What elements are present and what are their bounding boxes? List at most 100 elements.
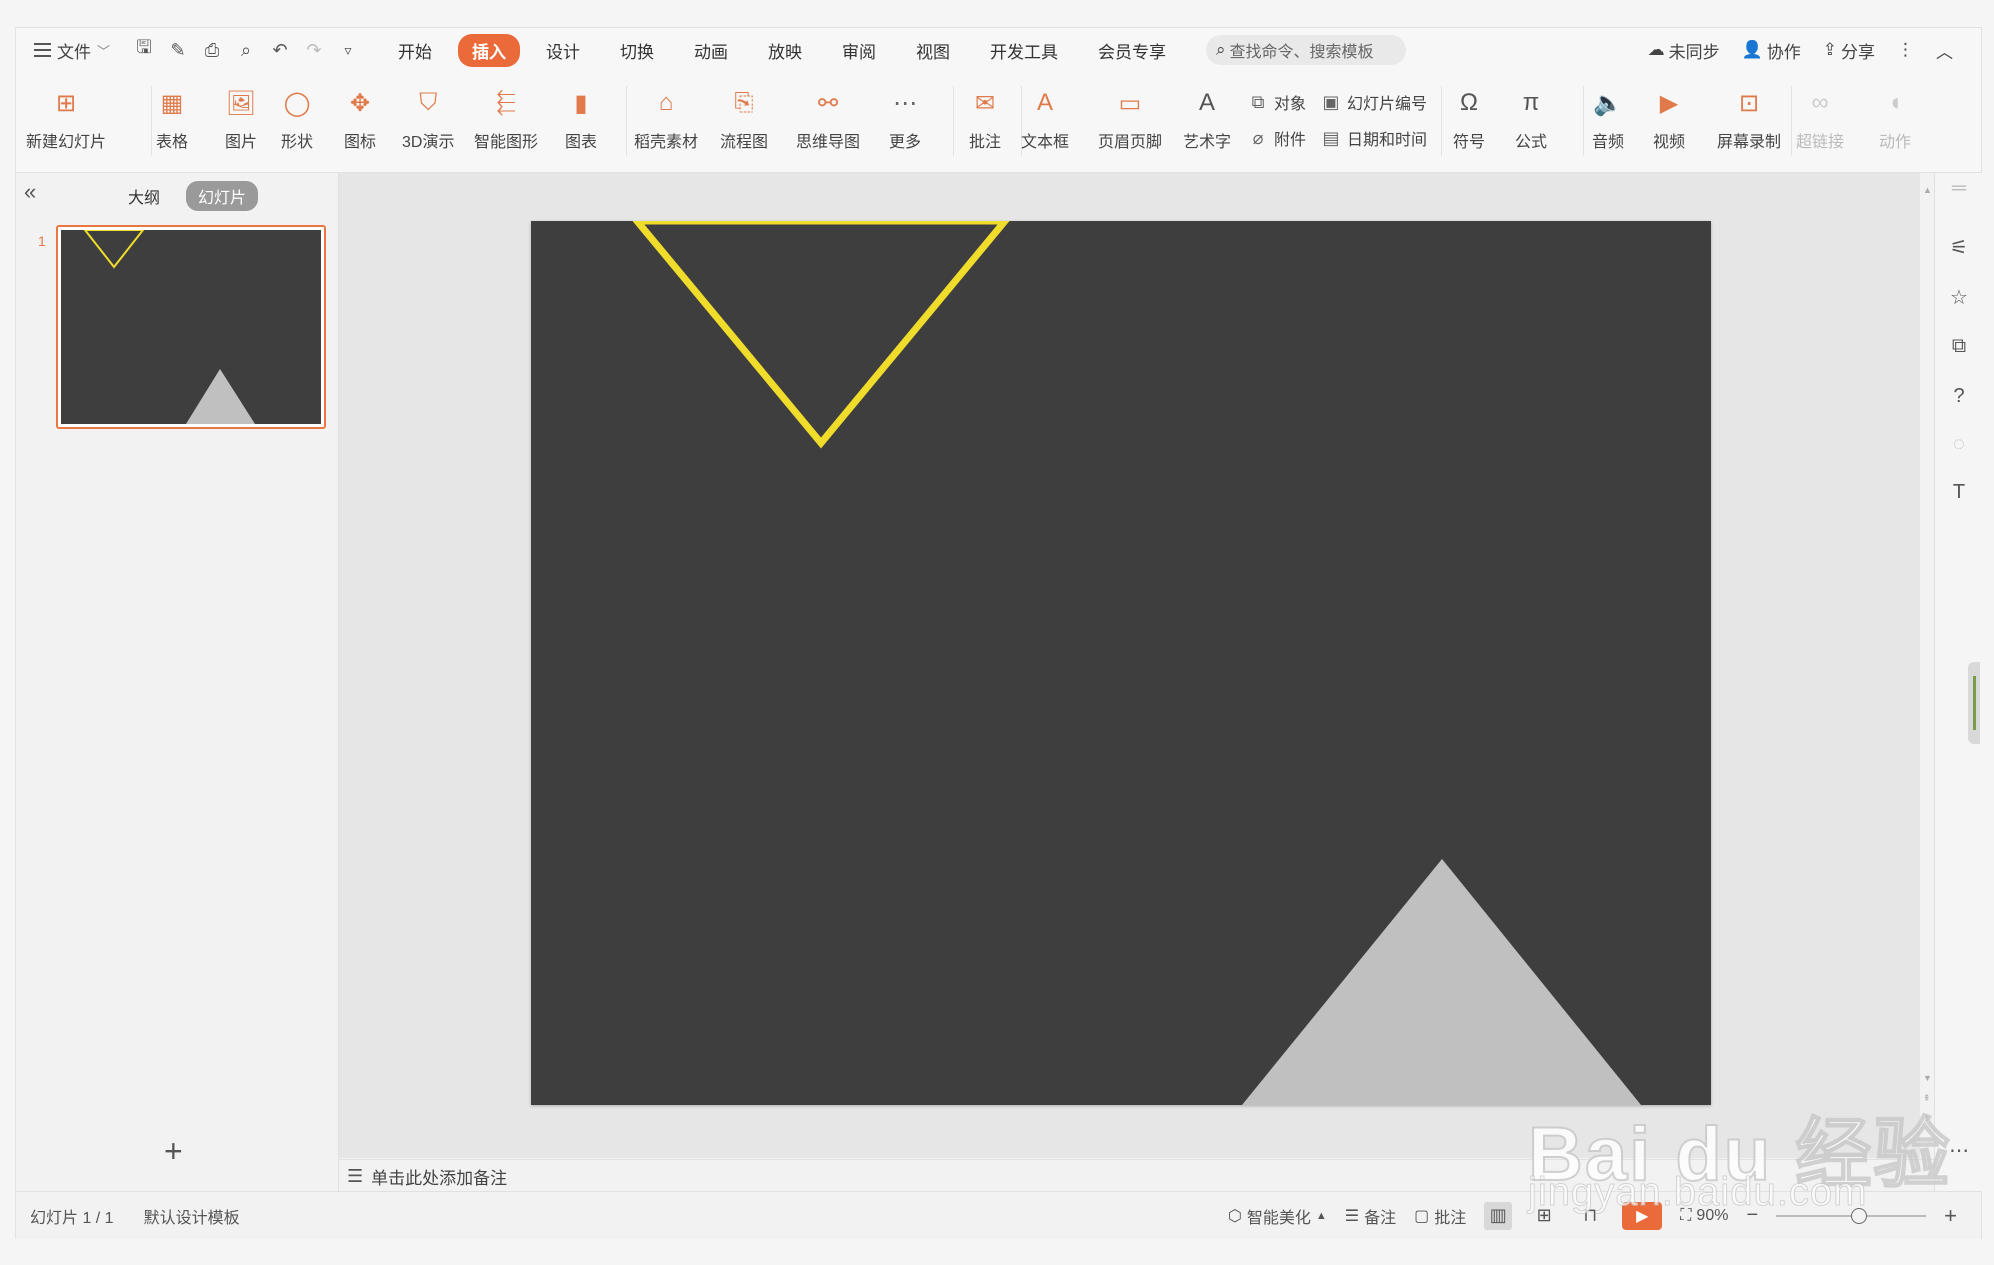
chart-button[interactable]: ▮ 图表	[564, 86, 598, 152]
divider	[151, 86, 152, 156]
star-icon[interactable]: ☆	[1947, 285, 1971, 310]
cloud-icon: ☁	[1647, 40, 1665, 59]
mindmap-button[interactable]: ⚯ 思维导图	[796, 86, 860, 152]
user-icon: 👤	[1741, 40, 1763, 59]
tab-slides[interactable]: 幻灯片	[186, 181, 259, 211]
tab-outline[interactable]: 大纲	[116, 181, 172, 211]
notes-toggle-button[interactable]: ☰ 备注	[1345, 1204, 1396, 1228]
divider	[1791, 86, 1792, 156]
collab-button[interactable]: 👤 协作	[1742, 38, 1801, 63]
editing-canvas: ▲ ▼ ⇞ ⇟	[339, 173, 1934, 1158]
shape-icon: ◯	[283, 89, 311, 117]
shape-button[interactable]: ◯ 形状	[280, 86, 314, 152]
new-slide-button[interactable]: ⊞ 新建幻灯片	[26, 86, 106, 152]
settings-sliders-icon[interactable]: ⚟	[1947, 235, 1971, 260]
paperclip-icon: ⌀	[1252, 127, 1264, 148]
slide[interactable]	[531, 221, 1711, 1105]
format-painter-icon[interactable]: ✎	[166, 40, 190, 61]
audio-button[interactable]: 🔈 音频	[1591, 86, 1625, 152]
table-icon: ▦	[160, 89, 184, 117]
slide-thumbnail[interactable]	[56, 225, 326, 429]
collapse-panel-icon[interactable]: «	[24, 179, 36, 205]
audio-label: 音频	[1591, 134, 1624, 151]
share-button[interactable]: ⇪ 分享	[1823, 38, 1875, 63]
wordart-button[interactable]: A 艺术字	[1183, 86, 1231, 152]
share-label: 分享	[1841, 42, 1875, 62]
divider	[1441, 86, 1442, 156]
more-button[interactable]: ⋯ 更多	[888, 86, 922, 152]
action-button[interactable]: ◖ 动作	[1878, 86, 1912, 152]
print-preview-icon[interactable]: ⌕	[234, 40, 258, 61]
slide-number-icon: ▣	[1322, 91, 1340, 112]
wordart-label: 艺术字	[1183, 134, 1232, 151]
quick-access-toolbar: 🖫 ✎ ⎙ ⌕ ↶ ↷ ▿	[132, 35, 360, 65]
beautify-button[interactable]: ⬡ 智能美化 ▲	[1228, 1204, 1327, 1228]
attachment-button[interactable]: ⌀ 附件	[1248, 126, 1306, 150]
tab-view[interactable]: 视图	[902, 34, 964, 67]
undo-icon[interactable]: ↶	[268, 40, 292, 61]
sync-button[interactable]: ☁ 未同步	[1648, 38, 1720, 63]
comment-toggle-button[interactable]: ▢ 批注	[1414, 1204, 1466, 1228]
object-button[interactable]: ⧉ 对象	[1248, 90, 1306, 114]
tab-home[interactable]: 开始	[384, 34, 446, 67]
mouse-icon: ◖	[1887, 89, 1903, 116]
datetime-button[interactable]: ▤ 日期和时间	[1321, 126, 1427, 150]
vertical-scrollbar[interactable]: ▲ ▼ ⇞ ⇟	[1920, 173, 1934, 1158]
lightbulb-icon[interactable]: ◌	[1947, 433, 1971, 456]
slides-icon[interactable]: ⧉	[1947, 335, 1971, 358]
chart-label: 图表	[564, 134, 597, 151]
text-icon[interactable]: T	[1947, 481, 1971, 504]
icon-button[interactable]: ✥ 图标	[343, 86, 377, 152]
tab-slideshow[interactable]: 放映	[754, 34, 816, 67]
slide-number-button[interactable]: ▣ 幻灯片编号	[1321, 90, 1427, 114]
picture-button[interactable]: 🖼 图片	[224, 86, 258, 152]
comment-label: 批注	[968, 134, 1001, 151]
video-button[interactable]: ▶ 视频	[1652, 86, 1686, 152]
symbol-button[interactable]: Ω 符号	[1452, 86, 1486, 152]
menu-icon	[34, 43, 51, 57]
redo-icon[interactable]: ↷	[302, 40, 326, 61]
add-slide-button[interactable]: +	[164, 1133, 183, 1170]
normal-view-button[interactable]: ▥	[1484, 1201, 1513, 1230]
tab-animations[interactable]: 动画	[680, 34, 742, 67]
tab-review[interactable]: 审阅	[828, 34, 890, 67]
headerfooter-label: 页眉页脚	[1098, 134, 1163, 151]
collapse-ribbon-icon[interactable]: ︿	[1936, 38, 1953, 63]
daoke-button[interactable]: ⌂ 稻壳素材	[634, 86, 698, 152]
screen-record-button[interactable]: ⊡ 屏幕录制	[1717, 86, 1781, 152]
comment-button[interactable]: ✉ 批注	[968, 86, 1002, 152]
smartart-icon: ⬱	[496, 89, 516, 116]
collab-label: 协作	[1766, 42, 1801, 62]
drag-handle-icon[interactable]: ═	[1947, 177, 1971, 200]
save-icon[interactable]: 🖫	[132, 35, 156, 65]
daoke-label: 稻壳素材	[634, 134, 699, 151]
tab-member[interactable]: 会员专享	[1084, 34, 1180, 67]
headerfooter-button[interactable]: ▭ 页眉页脚	[1098, 86, 1162, 152]
smartart-button[interactable]: ⬱ 智能图形	[474, 86, 538, 152]
tab-transitions[interactable]: 切换	[606, 34, 668, 67]
more-options-icon[interactable]: ⋮	[1897, 40, 1914, 60]
tab-developer[interactable]: 开发工具	[976, 34, 1072, 67]
flowchart-icon: ⎘	[734, 89, 754, 116]
print-icon[interactable]: ⎙	[200, 40, 224, 61]
outline-triangle[interactable]	[632, 221, 1010, 449]
scroll-up-icon[interactable]: ▲	[1923, 185, 1932, 195]
side-panel-handle[interactable]	[1968, 662, 1980, 744]
datetime-label: 日期和时间	[1347, 132, 1428, 149]
template-name[interactable]: 默认设计模板	[144, 1204, 240, 1228]
file-menu[interactable]: 文件 ﹀	[34, 38, 110, 63]
comment-icon: ✉	[974, 89, 996, 117]
tab-design[interactable]: 设计	[532, 34, 594, 67]
flowchart-button[interactable]: ⎘ 流程图	[720, 86, 768, 152]
tab-insert[interactable]: 插入	[458, 33, 521, 67]
textbox-button[interactable]: A 文本框	[1021, 86, 1069, 152]
help-icon[interactable]: ?	[1947, 385, 1971, 408]
3d-demo-button[interactable]: ⛉ 3D演示	[402, 86, 454, 152]
formula-button[interactable]: π 公式	[1514, 86, 1548, 152]
link-icon: ∞	[1811, 89, 1829, 116]
customize-icon[interactable]: ▿	[336, 42, 360, 59]
screen-record-label: 屏幕录制	[1717, 134, 1782, 151]
table-button[interactable]: ▦ 表格	[155, 86, 189, 152]
hyperlink-button[interactable]: ∞ 超链接	[1796, 86, 1844, 152]
search-box[interactable]: ⌕ 查找命令、搜索模板	[1206, 35, 1407, 65]
